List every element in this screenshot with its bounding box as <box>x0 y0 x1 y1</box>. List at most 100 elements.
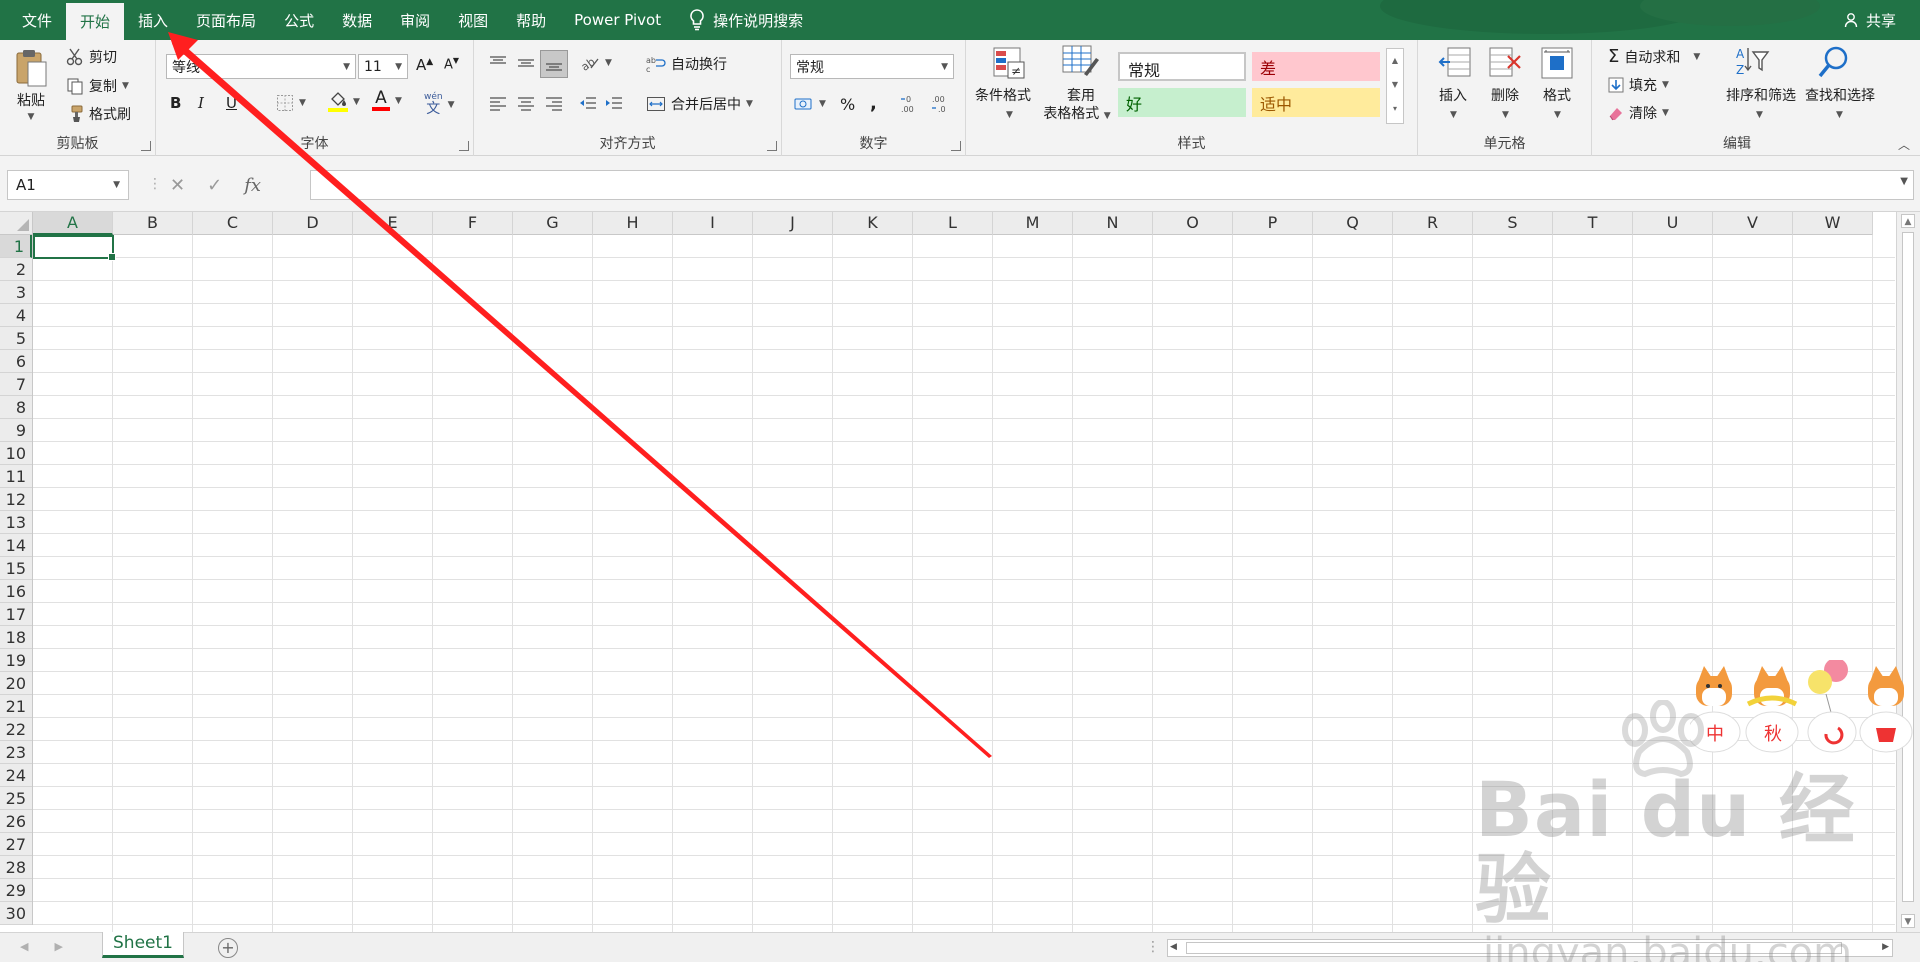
column-header-p[interactable]: P <box>1233 212 1313 235</box>
column-header-s[interactable]: S <box>1473 212 1553 235</box>
scroll-left-icon[interactable]: ◀ <box>1170 942 1177 952</box>
row-header-10[interactable]: 10 <box>0 442 32 465</box>
column-header-b[interactable]: B <box>113 212 193 235</box>
autosum-button[interactable]: Σ 自动求和 ▼ <box>1608 47 1700 67</box>
row-header-2[interactable]: 2 <box>0 258 32 281</box>
phonetic-guide-button[interactable]: wén 文 ▼ <box>424 92 455 117</box>
tab-power-pivot[interactable]: Power Pivot <box>560 0 675 40</box>
row-header-1[interactable]: 1 <box>0 235 32 258</box>
tab-file[interactable]: 文件 <box>0 0 66 40</box>
scroll-up-icon[interactable]: ▲ <box>1901 214 1915 228</box>
style-neutral[interactable]: 适中 <box>1252 88 1380 117</box>
align-bottom-button[interactable] <box>540 50 568 78</box>
sheet-tab-sheet1[interactable]: Sheet1 <box>102 932 184 958</box>
row-header-17[interactable]: 17 <box>0 603 32 626</box>
tab-review[interactable]: 审阅 <box>386 0 444 40</box>
column-header-v[interactable]: V <box>1713 212 1793 235</box>
prev-sheet-icon[interactable]: ◀ <box>20 940 28 953</box>
column-header-k[interactable]: K <box>833 212 913 235</box>
row-header-19[interactable]: 19 <box>0 649 32 672</box>
fill-button[interactable]: 填充 ▼ <box>1608 75 1669 95</box>
select-all-button[interactable] <box>0 212 33 235</box>
active-cell-cursor[interactable] <box>33 235 116 261</box>
copy-button[interactable]: 复制 ▼ <box>66 76 129 96</box>
italic-button[interactable]: I <box>198 94 204 112</box>
share-button[interactable]: 共享 <box>1844 0 1896 40</box>
row-header-12[interactable]: 12 <box>0 488 32 511</box>
column-header-w[interactable]: W <box>1793 212 1873 235</box>
dialog-launcher-icon[interactable] <box>459 141 469 151</box>
row-header-21[interactable]: 21 <box>0 695 32 718</box>
column-header-o[interactable]: O <box>1153 212 1233 235</box>
sort-filter-button[interactable]: AZ <box>1712 44 1792 128</box>
collapse-ribbon-icon[interactable]: ︿ <box>1898 136 1910 153</box>
row-header-8[interactable]: 8 <box>0 396 32 419</box>
formula-input[interactable] <box>310 170 1914 200</box>
dialog-launcher-icon[interactable] <box>767 141 777 151</box>
row-header-23[interactable]: 23 <box>0 741 32 764</box>
wrap-text-button[interactable]: ab c 自动换行 <box>646 54 727 74</box>
comma-style-button[interactable]: , <box>870 93 877 114</box>
align-right-button[interactable] <box>544 94 564 112</box>
decrease-indent-button[interactable] <box>578 94 598 112</box>
tab-formulas[interactable]: 公式 <box>270 0 328 40</box>
style-normal[interactable]: 常规 <box>1118 52 1246 81</box>
decrease-decimal-button[interactable]: .00.0 <box>930 94 952 114</box>
name-box[interactable]: A1 ▼ <box>7 170 129 200</box>
add-sheet-button[interactable]: + <box>218 938 238 958</box>
column-header-c[interactable]: C <box>193 212 273 235</box>
column-header-m[interactable]: M <box>993 212 1073 235</box>
column-header-f[interactable]: F <box>433 212 513 235</box>
increase-decimal-button[interactable]: 0.00 <box>900 94 922 114</box>
column-header-l[interactable]: L <box>913 212 993 235</box>
tab-data[interactable]: 数据 <box>328 0 386 40</box>
row-header-28[interactable]: 28 <box>0 856 32 879</box>
styles-gallery-scroll[interactable]: ▲ ▼ ▾ <box>1386 48 1404 124</box>
cancel-icon[interactable]: ✕ <box>170 175 185 196</box>
row-header-20[interactable]: 20 <box>0 672 32 695</box>
style-bad[interactable]: 差 <box>1252 52 1380 81</box>
increase-indent-button[interactable] <box>604 94 624 112</box>
row-header-29[interactable]: 29 <box>0 879 32 902</box>
align-left-button[interactable] <box>488 94 508 112</box>
number-format-select[interactable]: 常规 ▼ <box>790 54 954 79</box>
style-good[interactable]: 好 <box>1118 88 1246 117</box>
column-header-i[interactable]: I <box>673 212 753 235</box>
insert-function-button[interactable]: fx <box>244 175 261 196</box>
accounting-format-button[interactable]: ▼ <box>794 96 826 112</box>
font-color-button[interactable]: A ▼ <box>372 90 402 111</box>
column-header-h[interactable]: H <box>593 212 673 235</box>
row-header-9[interactable]: 9 <box>0 419 32 442</box>
align-middle-button[interactable] <box>516 54 536 72</box>
underline-button[interactable]: U <box>226 94 237 112</box>
row-header-7[interactable]: 7 <box>0 373 32 396</box>
row-header-24[interactable]: 24 <box>0 764 32 787</box>
expand-formula-bar-icon[interactable]: ▼ <box>1900 176 1908 187</box>
clear-button[interactable]: 清除 ▼ <box>1608 103 1669 123</box>
enter-icon[interactable]: ✓ <box>207 175 222 196</box>
orientation-button[interactable]: ab ▼ <box>580 54 612 72</box>
row-header-18[interactable]: 18 <box>0 626 32 649</box>
borders-button[interactable]: ▼ <box>276 94 306 112</box>
next-sheet-icon[interactable]: ▶ <box>54 940 62 953</box>
merge-center-button[interactable]: 合并后居中 ▼ <box>646 94 753 114</box>
font-name-select[interactable]: 等线 ▼ <box>166 54 356 79</box>
column-header-j[interactable]: J <box>753 212 833 235</box>
row-header-25[interactable]: 25 <box>0 787 32 810</box>
font-size-select[interactable]: 11 ▼ <box>358 54 408 79</box>
align-center-button[interactable] <box>516 94 536 112</box>
column-header-u[interactable]: U <box>1633 212 1713 235</box>
row-header-26[interactable]: 26 <box>0 810 32 833</box>
format-painter-button[interactable]: 格式刷 <box>66 104 131 124</box>
dialog-launcher-icon[interactable] <box>951 141 961 151</box>
tab-view[interactable]: 视图 <box>444 0 502 40</box>
row-header-14[interactable]: 14 <box>0 534 32 557</box>
row-header-11[interactable]: 11 <box>0 465 32 488</box>
align-top-button[interactable] <box>488 54 508 72</box>
tab-help[interactable]: 帮助 <box>502 0 560 40</box>
percent-style-button[interactable]: % <box>840 95 855 114</box>
column-header-g[interactable]: G <box>513 212 593 235</box>
row-header-4[interactable]: 4 <box>0 304 32 327</box>
column-header-t[interactable]: T <box>1553 212 1633 235</box>
tab-page-layout[interactable]: 页面布局 <box>182 0 270 40</box>
